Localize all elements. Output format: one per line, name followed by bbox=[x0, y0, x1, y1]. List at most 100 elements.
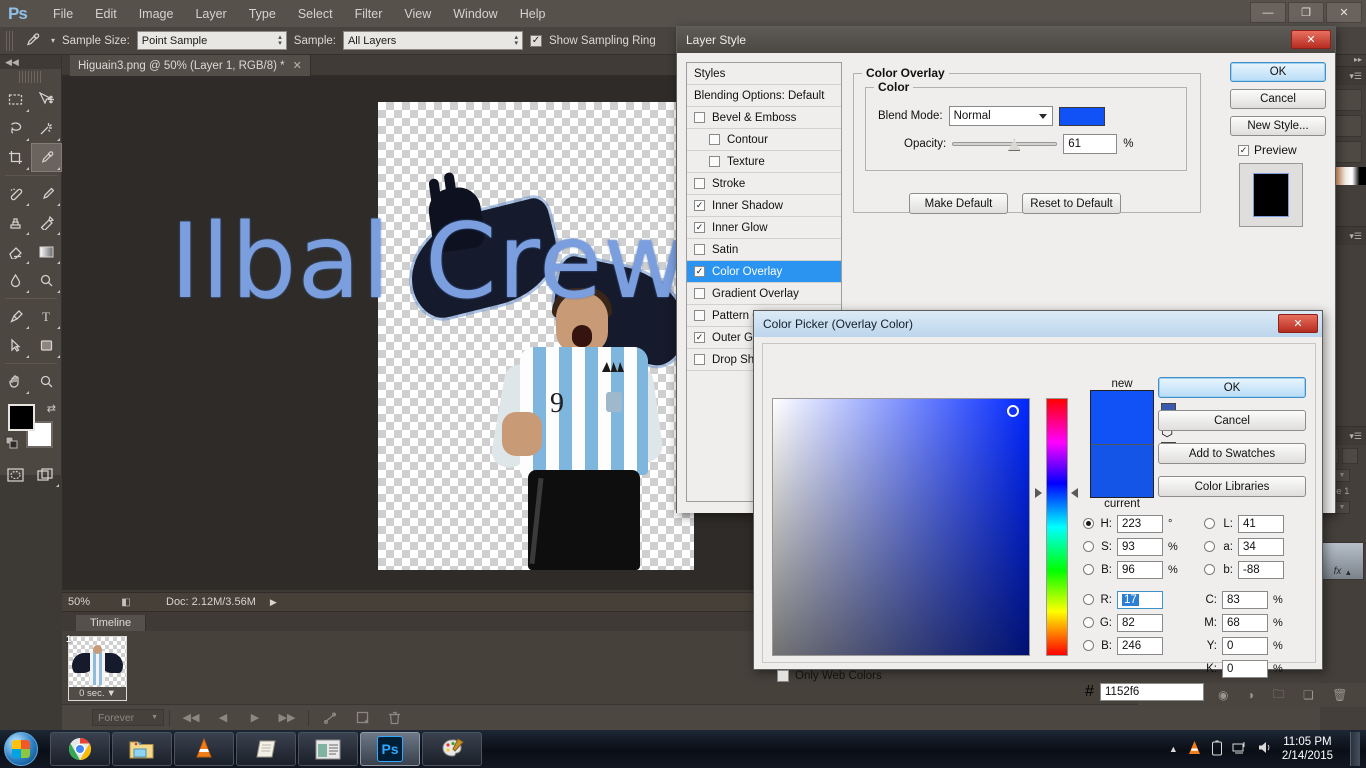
taskbar-explorer-button[interactable] bbox=[112, 732, 172, 766]
eyedropper-icon[interactable] bbox=[20, 30, 44, 52]
brush-icon[interactable] bbox=[31, 179, 62, 208]
preview-checkbox[interactable]: ✓ bbox=[1238, 144, 1249, 156]
filter-type-icon[interactable] bbox=[1342, 448, 1358, 464]
loop-select[interactable]: Forever ▼ bbox=[92, 709, 164, 726]
history-brush-icon[interactable] bbox=[31, 208, 62, 237]
add-to-swatches-button[interactable]: Add to Swatches bbox=[1158, 443, 1306, 464]
styles-item-satin[interactable]: Satin bbox=[687, 239, 841, 261]
styles-item-stroke[interactable]: Stroke bbox=[687, 173, 841, 195]
frame-delay[interactable]: 0 sec. ▼ bbox=[69, 687, 126, 700]
saturation-brightness-field[interactable] bbox=[772, 398, 1030, 656]
taskbar-vlc-button[interactable] bbox=[174, 732, 234, 766]
lasso-icon[interactable] bbox=[0, 114, 31, 143]
lab-l-radio[interactable] bbox=[1204, 518, 1215, 529]
lab-a-radio[interactable] bbox=[1204, 541, 1215, 552]
path-selection-icon[interactable] bbox=[0, 331, 31, 360]
type-icon[interactable]: T bbox=[31, 302, 62, 331]
yellow-input[interactable]: 0 bbox=[1222, 636, 1268, 655]
ok-button[interactable]: OK bbox=[1230, 62, 1326, 82]
close-icon[interactable]: ✕ bbox=[1291, 30, 1331, 49]
select-next-frame-button[interactable]: ▶▶ bbox=[271, 708, 303, 728]
styles-item-gradient-overlay[interactable]: Gradient Overlay bbox=[687, 283, 841, 305]
sample-size-select[interactable]: Point Sample ▴ ▾ bbox=[136, 31, 287, 50]
lab-l-input[interactable]: 41 bbox=[1238, 514, 1284, 533]
select-first-frame-button[interactable]: ◀◀ bbox=[175, 708, 207, 728]
color-libraries-button[interactable]: Color Libraries bbox=[1158, 476, 1306, 497]
artboard[interactable]: 9 bbox=[378, 102, 696, 570]
menu-window[interactable]: Window bbox=[442, 4, 508, 24]
ok-button[interactable]: OK bbox=[1158, 377, 1306, 398]
style-checkbox[interactable] bbox=[709, 134, 720, 145]
show-hidden-icons-icon[interactable]: ▲ bbox=[1169, 744, 1178, 754]
color-selection-ring-icon[interactable] bbox=[1007, 405, 1019, 417]
clone-stamp-icon[interactable] bbox=[0, 208, 31, 237]
menu-image[interactable]: Image bbox=[128, 4, 185, 24]
close-document-icon[interactable]: ✕ bbox=[293, 59, 302, 72]
layer-style-title-bar[interactable]: Layer Style ✕ bbox=[677, 27, 1335, 53]
opacity-slider[interactable] bbox=[952, 135, 1058, 153]
styles-item-color-overlay[interactable]: ✓ Color Overlay bbox=[687, 261, 841, 283]
chevron-down-icon[interactable]: ▼ bbox=[1334, 469, 1351, 482]
volume-icon[interactable] bbox=[1257, 740, 1273, 758]
default-colors-icon[interactable] bbox=[5, 436, 19, 455]
minimize-button[interactable]: — bbox=[1250, 2, 1286, 23]
taskbar-window-button[interactable] bbox=[298, 732, 358, 766]
quick-mask-icon[interactable] bbox=[0, 460, 31, 489]
styles-item-contour[interactable]: Contour bbox=[687, 129, 841, 151]
chevron-down-icon[interactable]: ▼ bbox=[1334, 501, 1351, 514]
lab-b-radio[interactable] bbox=[1204, 564, 1215, 575]
timeline-frame[interactable]: 1 0 sec. ▼ bbox=[66, 634, 127, 701]
brightness-radio[interactable] bbox=[1083, 564, 1094, 575]
green-input[interactable]: 82 bbox=[1117, 613, 1163, 632]
styles-item-inner-glow[interactable]: ✓ Inner Glow bbox=[687, 217, 841, 239]
hue-slider[interactable] bbox=[1046, 398, 1068, 656]
cancel-button[interactable]: Cancel bbox=[1230, 89, 1326, 109]
menu-view[interactable]: View bbox=[393, 4, 442, 24]
collapse-toolbar-button[interactable]: ◀◀ bbox=[0, 55, 61, 69]
dodge-icon[interactable] bbox=[31, 266, 62, 295]
saturation-input[interactable]: 93 bbox=[1117, 537, 1163, 556]
lab-a-input[interactable]: 34 bbox=[1238, 537, 1284, 556]
overlay-color-swatch[interactable] bbox=[1058, 106, 1105, 126]
magenta-input[interactable]: 68 bbox=[1222, 613, 1268, 632]
menu-file[interactable]: File bbox=[42, 4, 84, 24]
eraser-icon[interactable] bbox=[0, 237, 31, 266]
style-checkbox[interactable]: ✓ bbox=[694, 266, 705, 277]
move-icon[interactable] bbox=[31, 85, 62, 114]
menu-help[interactable]: Help bbox=[509, 4, 557, 24]
network-icon[interactable] bbox=[1232, 740, 1248, 758]
show-desktop-button[interactable] bbox=[1350, 732, 1360, 766]
magic-wand-icon[interactable] bbox=[31, 114, 62, 143]
opacity-input[interactable]: 61 bbox=[1063, 134, 1118, 154]
styles-item-styles[interactable]: Styles bbox=[687, 63, 841, 85]
style-checkbox[interactable]: ✓ bbox=[694, 332, 705, 343]
current-color-swatch[interactable] bbox=[1090, 444, 1154, 498]
blue-input[interactable]: 246 bbox=[1117, 636, 1163, 655]
rectangular-marquee-icon[interactable] bbox=[0, 85, 31, 114]
hue-radio[interactable] bbox=[1083, 518, 1094, 529]
hex-input[interactable]: 1152f6 bbox=[1100, 683, 1204, 701]
style-checkbox[interactable]: ✓ bbox=[694, 200, 705, 211]
status-menu-arrow-icon[interactable]: ▶ bbox=[256, 597, 277, 608]
layer-row[interactable]: fx ▲ bbox=[1322, 542, 1364, 580]
options-bar-grip[interactable] bbox=[6, 30, 13, 51]
style-checkbox[interactable] bbox=[694, 288, 705, 299]
menu-layer[interactable]: Layer bbox=[184, 4, 237, 24]
close-button[interactable]: ✕ bbox=[1326, 2, 1362, 23]
red-input[interactable]: 17 bbox=[1117, 590, 1163, 609]
green-radio[interactable] bbox=[1083, 617, 1094, 628]
reset-to-default-button[interactable]: Reset to Default bbox=[1022, 193, 1121, 214]
duplicate-frame-icon[interactable] bbox=[346, 708, 378, 728]
style-checkbox[interactable] bbox=[694, 112, 705, 123]
styles-item-texture[interactable]: Texture bbox=[687, 151, 841, 173]
taskbar-notepad-button[interactable] bbox=[236, 732, 296, 766]
swap-colors-icon[interactable]: ⇄ bbox=[47, 402, 56, 415]
clock[interactable]: 11:05 PM 2/14/2015 bbox=[1282, 735, 1341, 763]
menu-filter[interactable]: Filter bbox=[344, 4, 394, 24]
color-picker-title-bar[interactable]: Color Picker (Overlay Color) ✕ bbox=[754, 311, 1322, 337]
healing-brush-icon[interactable] bbox=[0, 179, 31, 208]
menu-type[interactable]: Type bbox=[238, 4, 287, 24]
style-checkbox[interactable]: ✓ bbox=[694, 222, 705, 233]
tween-icon[interactable] bbox=[314, 708, 346, 728]
hand-icon[interactable] bbox=[0, 367, 31, 396]
